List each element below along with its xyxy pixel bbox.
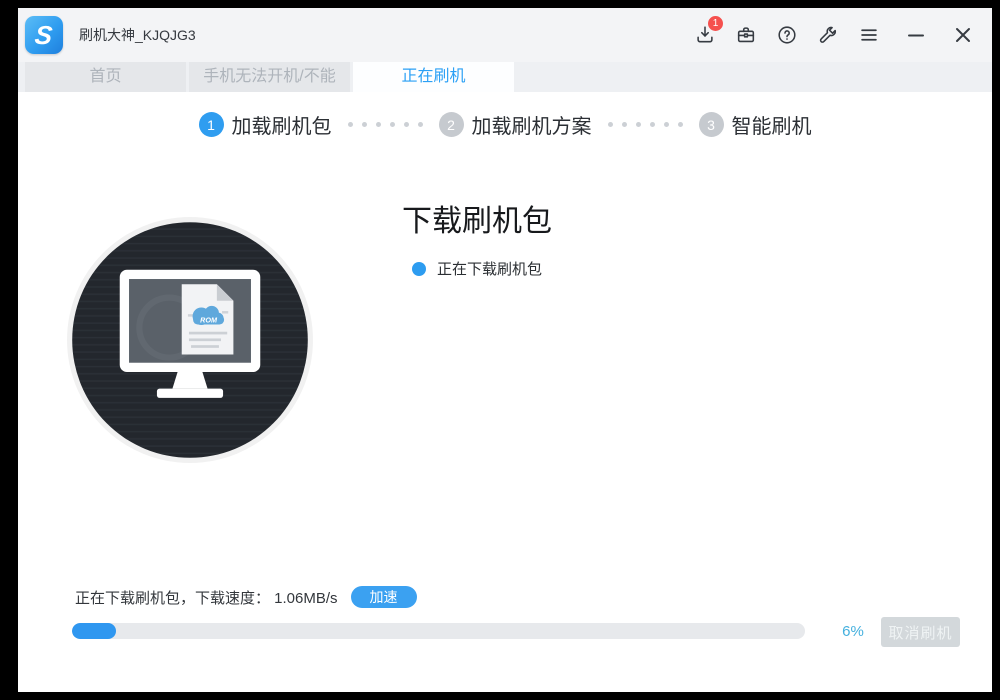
step-label: 智能刷机 (732, 110, 812, 139)
help-icon (776, 24, 798, 46)
status-dot-icon (412, 262, 426, 276)
app-window: S 刷机大神_KJQJG3 1 (18, 8, 992, 692)
toolbox-button[interactable] (733, 22, 759, 48)
minimize-button[interactable] (903, 22, 929, 48)
download-status-row: 正在下载刷机包，下载速度： 1.06MB/s 加速 (75, 586, 417, 608)
step-number: 1 (199, 112, 224, 137)
wrench-icon (817, 24, 839, 46)
app-title: 刷机大神_KJQJG3 (79, 25, 196, 45)
notification-badge: 1 (708, 16, 723, 31)
step-connector-dots (608, 122, 683, 127)
menu-icon (858, 24, 880, 46)
current-task-label: 正在下载刷机包 (437, 258, 542, 279)
step-load-plan: 2 加载刷机方案 (439, 110, 592, 139)
progress-bar (72, 623, 805, 639)
settings-button[interactable] (815, 22, 841, 48)
step-label: 加载刷机包 (232, 110, 332, 139)
progress-fill (72, 623, 116, 639)
titlebar-actions: 1 (692, 22, 976, 48)
rom-file-icon: ROM (182, 284, 234, 354)
step-connector-dots (348, 122, 423, 127)
close-icon (951, 23, 975, 47)
step-load-package: 1 加载刷机包 (199, 110, 332, 139)
tab-phone-wont-boot[interactable]: 手机无法开机/不能 (189, 62, 350, 92)
tabbar: 首页 手机无法开机/不能 正在刷机 (18, 62, 992, 92)
rom-label: ROM (200, 315, 218, 324)
screen: { "app": { "title": "刷机大神_KJQJG3", "logo… (0, 0, 1000, 700)
cancel-flash-button[interactable]: 取消刷机 (881, 617, 960, 647)
download-illustration: ROM (66, 216, 314, 464)
main-menu-button[interactable] (856, 22, 882, 48)
tab-flashing[interactable]: 正在刷机 (353, 62, 514, 92)
toolbox-icon (735, 24, 757, 46)
hero-text: 下载刷机包 正在下载刷机包 (362, 196, 592, 279)
current-task-row: 正在下载刷机包 (362, 258, 592, 279)
accelerate-button[interactable]: 加速 (351, 586, 417, 608)
page-title: 下载刷机包 (362, 196, 592, 240)
main-content: 1 加载刷机包 2 加载刷机方案 3 智能刷机 (18, 92, 992, 692)
help-button[interactable] (774, 22, 800, 48)
app-logo-letter: S (34, 22, 54, 48)
download-manager-button[interactable]: 1 (692, 22, 718, 48)
step-number: 2 (439, 112, 464, 137)
step-smart-flash: 3 智能刷机 (699, 110, 812, 139)
progress-percent: 6% (831, 623, 875, 640)
step-number: 3 (699, 112, 724, 137)
app-logo-icon: S (25, 16, 63, 54)
titlebar: S 刷机大神_KJQJG3 1 (18, 8, 992, 62)
close-button[interactable] (950, 22, 976, 48)
minimize-icon (904, 23, 928, 47)
step-label: 加载刷机方案 (472, 110, 592, 139)
download-status-text: 正在下载刷机包，下载速度： 1.06MB/s (75, 587, 338, 608)
tab-home[interactable]: 首页 (25, 62, 186, 92)
step-indicator: 1 加载刷机包 2 加载刷机方案 3 智能刷机 (18, 110, 992, 139)
